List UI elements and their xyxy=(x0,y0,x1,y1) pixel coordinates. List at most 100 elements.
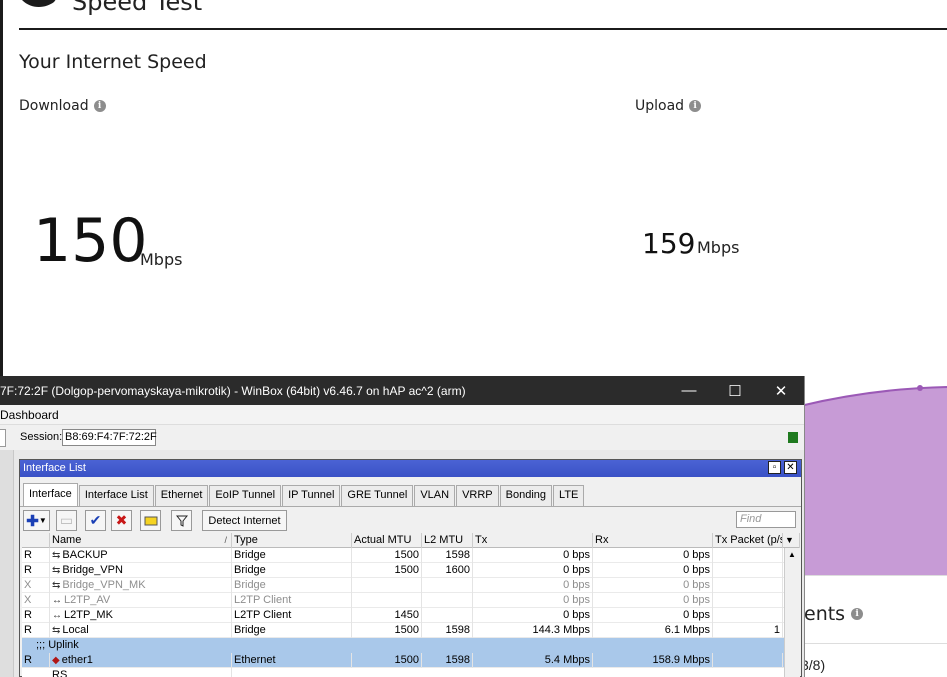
upload-label-text: Upload xyxy=(635,98,685,114)
row-l2mtu: 1600 xyxy=(422,563,473,578)
row-name: ⇆ Bridge_VPN xyxy=(50,563,232,578)
table-row[interactable]: R ⇆ Local Bridge 1500 1598 144.3 Mbps 6.1 Mbps 1 xyxy=(22,623,800,638)
restore-icon[interactable]: ▫ xyxy=(768,461,781,474)
row-tx: 0 bps xyxy=(473,593,593,608)
row-flag: R xyxy=(22,623,50,638)
clients-heading: ents i xyxy=(804,603,864,625)
table-row-partial[interactable]: RS xyxy=(22,668,800,677)
row-type: L2TP Client xyxy=(232,608,352,623)
upload-label: Upload i xyxy=(635,98,702,114)
column-tx[interactable]: Tx xyxy=(473,533,593,548)
row-tx: 144.3 Mbps xyxy=(473,623,593,638)
row-name: ↔ L2TP_AV xyxy=(50,593,232,608)
column-actual-mtu[interactable]: Actual MTU xyxy=(352,533,422,548)
remove-button[interactable]: ▭ xyxy=(56,510,77,531)
row-name-text: L2TP_MK xyxy=(64,609,113,621)
detect-internet-button[interactable]: Detect Internet xyxy=(202,510,287,531)
row-mtu: 1500 xyxy=(352,563,422,578)
columns-menu-icon[interactable]: ▼ xyxy=(783,533,800,548)
tab-vlan[interactable]: VLAN xyxy=(414,485,456,506)
tab-interface-list[interactable]: Interface List xyxy=(78,485,154,506)
clients-info-icon[interactable]: i xyxy=(851,608,864,620)
tab-ip-tunnel[interactable]: IP Tunnel xyxy=(282,485,341,506)
row-tx: 0 bps xyxy=(473,578,593,593)
winbox-toolbar: Session: B8:69:F4:7F:72:2F xyxy=(0,425,804,450)
row-txp: 1 xyxy=(713,623,783,638)
row-l2mtu: 1598 xyxy=(422,653,473,668)
plus-icon: ✚ xyxy=(26,512,39,530)
row-name: RS xyxy=(50,668,232,677)
bridge-interface-icon: ⇆ xyxy=(52,625,61,636)
menu-dashboard[interactable]: Dashboard xyxy=(0,408,59,422)
download-info-icon[interactable]: i xyxy=(93,100,106,112)
interface-table: Name / Type Actual MTU L2 MTU Tx Rx Tx P… xyxy=(22,533,800,677)
table-row[interactable]: R ⇆ Bridge_VPN Bridge 1500 1600 0 bps 0 bps xyxy=(22,563,800,578)
table-row[interactable]: X ⇆ Bridge_VPN_MK Bridge 0 bps 0 bps xyxy=(22,578,800,593)
tab-lte[interactable]: LTE xyxy=(553,485,585,506)
disable-button[interactable]: ✖ xyxy=(111,510,132,531)
tab-interface[interactable]: Interface xyxy=(23,483,78,506)
column-rx[interactable]: Rx xyxy=(593,533,713,548)
title-divider xyxy=(19,28,947,30)
find-input[interactable]: Find xyxy=(736,511,796,528)
row-flag: X xyxy=(22,578,50,593)
clients-heading-text: ents xyxy=(804,603,846,625)
row-txp xyxy=(713,563,783,578)
row-type: L2TP Client xyxy=(232,593,352,608)
upload-info-icon[interactable]: i xyxy=(689,100,702,112)
row-flag: R xyxy=(22,548,50,563)
row-name: ⇆ Bridge_VPN_MK xyxy=(50,578,232,593)
row-rx: 0 bps xyxy=(593,608,713,623)
tab-gre-tunnel[interactable]: GRE Tunnel xyxy=(341,485,414,506)
row-rx: 0 bps xyxy=(593,578,713,593)
toolbar-button-fragment[interactable] xyxy=(0,429,6,447)
enable-button[interactable]: ✔ xyxy=(85,510,106,531)
row-tx: 0 bps xyxy=(473,608,593,623)
row-rx: 158.9 Mbps xyxy=(593,653,713,668)
table-row[interactable]: R ⇆ BACKUP Bridge 1500 1598 0 bps 0 bps xyxy=(22,548,800,563)
session-field[interactable]: B8:69:F4:7F:72:2F xyxy=(62,429,157,446)
row-type: Bridge xyxy=(232,578,352,593)
cross-icon: ✖ xyxy=(115,512,128,528)
download-label-text: Download xyxy=(19,98,89,114)
column-flags[interactable] xyxy=(22,533,50,548)
l2tp-interface-icon: ↔ xyxy=(52,595,62,606)
row-name: ⇆ BACKUP xyxy=(50,548,232,563)
dropdown-arrow-icon: ▼ xyxy=(38,516,47,525)
comment-row[interactable]: ;;; Uplink xyxy=(22,638,800,653)
table-scrollbar[interactable]: ▲ xyxy=(784,548,800,677)
row-flag: R xyxy=(22,563,50,578)
row-name-text: ether1 xyxy=(61,654,93,666)
column-l2-mtu[interactable]: L2 MTU xyxy=(422,533,473,548)
filter-button[interactable] xyxy=(171,510,192,531)
tab-ethernet[interactable]: Ethernet xyxy=(154,485,209,506)
connection-status-icon xyxy=(788,432,798,443)
interface-list-window: Interface List ▫ ✕ Interface Interface L… xyxy=(19,459,802,677)
scroll-up-icon[interactable]: ▲ xyxy=(788,550,796,559)
table-header: Name / Type Actual MTU L2 MTU Tx Rx Tx P… xyxy=(22,533,800,548)
tab-eoip-tunnel[interactable]: EoIP Tunnel xyxy=(209,485,282,506)
comment-button[interactable] xyxy=(140,510,161,531)
page-left-border xyxy=(0,0,3,380)
interface-list-titlebar[interactable]: Interface List ▫ ✕ xyxy=(20,460,801,477)
row-l2mtu xyxy=(422,593,473,608)
column-type[interactable]: Type xyxy=(232,533,352,548)
winbox-titlebar[interactable]: 7F:72:2F (Dolgop-pervomayskaya-mikrotik)… xyxy=(0,376,804,405)
close-button[interactable]: ✕ xyxy=(758,376,804,405)
graph-divider xyxy=(800,575,947,576)
table-row[interactable]: X ↔ L2TP_AV L2TP Client 0 bps 0 bps xyxy=(22,593,800,608)
maximize-button[interactable]: ☐ xyxy=(712,376,758,405)
column-tx-packet[interactable]: Tx Packet (p/s xyxy=(713,533,783,548)
row-mtu: 1500 xyxy=(352,548,422,563)
tab-vrrp[interactable]: VRRP xyxy=(456,485,499,506)
row-txp xyxy=(713,653,783,668)
tab-bonding[interactable]: Bonding xyxy=(499,485,553,506)
row-rx: 0 bps xyxy=(593,593,713,608)
add-button[interactable]: ✚ ▼ xyxy=(23,510,50,531)
table-row-selected[interactable]: R ◆ ether1 Ethernet 1500 1598 5.4 Mbps 15… xyxy=(22,653,800,668)
minimize-button[interactable]: — xyxy=(666,376,712,405)
column-name[interactable]: Name / xyxy=(50,533,232,548)
winbox-side-menu[interactable] xyxy=(0,450,14,677)
table-row[interactable]: R ↔ L2TP_MK L2TP Client 1450 0 bps 0 bps xyxy=(22,608,800,623)
close-icon[interactable]: ✕ xyxy=(784,461,797,474)
